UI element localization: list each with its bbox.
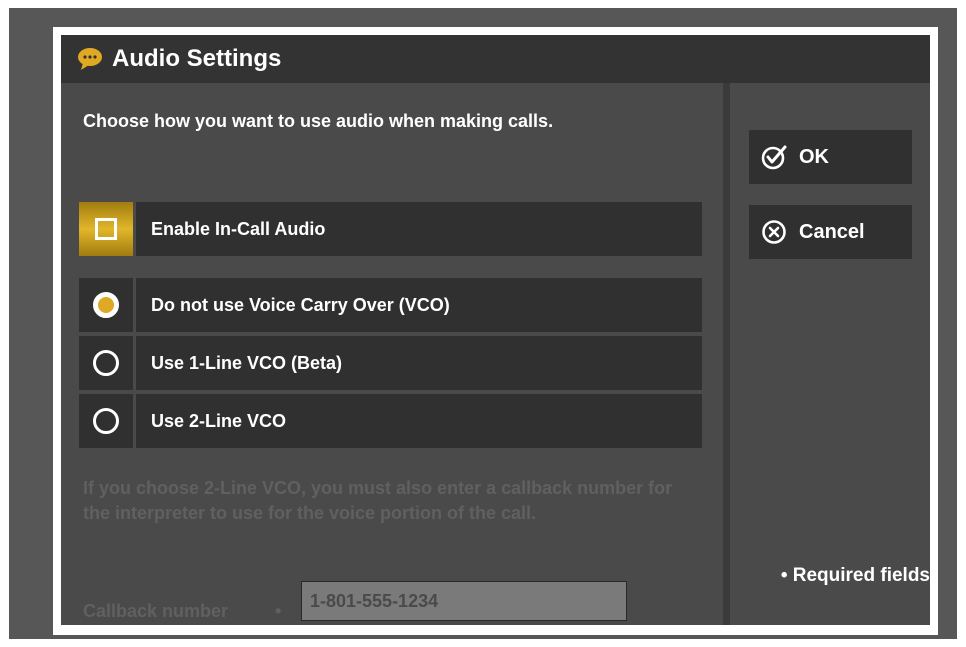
radio-unselected-icon[interactable] <box>93 350 119 376</box>
settings-prompt: Choose how you want to use audio when ma… <box>83 111 554 131</box>
ok-button-label[interactable]: OK <box>799 146 829 169</box>
radio-cell[interactable] <box>79 336 133 390</box>
settings-panel: Choose how you want to use audio when ma… <box>61 83 723 625</box>
cancel-button-label[interactable]: Cancel <box>799 221 865 244</box>
radio-cell[interactable] <box>79 278 133 332</box>
chat-bubble-icon <box>77 46 103 72</box>
close-circle-icon <box>761 219 787 245</box>
dialog-body: Audio Settings Choose how you want to us… <box>61 35 930 625</box>
check-circle-icon <box>761 144 787 170</box>
cancel-button[interactable]: Cancel <box>749 205 912 259</box>
row-separator <box>133 394 136 448</box>
dialog-title: Audio Settings <box>112 45 282 72</box>
callback-number-label: Callback number <box>83 601 229 621</box>
radio-1-line-vco-label[interactable]: Use 1-Line VCO (Beta) <box>151 336 342 390</box>
radio-1-line-vco[interactable]: Use 1-Line VCO (Beta) <box>79 336 702 390</box>
row-separator <box>133 336 136 390</box>
dialog-titlebar: Audio Settings <box>61 35 930 83</box>
radio-2-line-vco-label[interactable]: Use 2-Line VCO <box>151 394 286 448</box>
screen-background: Audio Settings Choose how you want to us… <box>9 8 957 639</box>
required-marker: • <box>275 601 282 621</box>
vco-help-text: If you choose 2-Line VCO, you must also … <box>83 478 673 523</box>
radio-no-vco-label[interactable]: Do not use Voice Carry Over (VCO) <box>151 278 450 332</box>
radio-cell[interactable] <box>79 394 133 448</box>
required-fields-note: • Required fields <box>780 565 930 586</box>
row-separator <box>133 278 136 332</box>
checkbox-cell[interactable] <box>79 202 133 256</box>
panel-divider <box>723 83 730 625</box>
audio-settings-dialog: Audio Settings Choose how you want to us… <box>53 27 938 635</box>
checkbox-icon[interactable] <box>95 218 117 240</box>
radio-selected-icon[interactable] <box>93 292 119 318</box>
action-panel: OK Cancel • Required fields <box>730 83 930 625</box>
radio-no-vco[interactable]: Do not use Voice Carry Over (VCO) <box>79 278 702 332</box>
enable-in-call-audio-checkbox[interactable]: Enable In-Call Audio <box>79 202 702 256</box>
radio-unselected-icon[interactable] <box>93 408 119 434</box>
callback-number-input[interactable]: 1-801-555-1234 <box>301 581 627 621</box>
ok-button[interactable]: OK <box>749 130 912 184</box>
enable-audio-label[interactable]: Enable In-Call Audio <box>151 202 325 256</box>
row-separator <box>133 202 136 256</box>
radio-2-line-vco[interactable]: Use 2-Line VCO <box>79 394 702 448</box>
